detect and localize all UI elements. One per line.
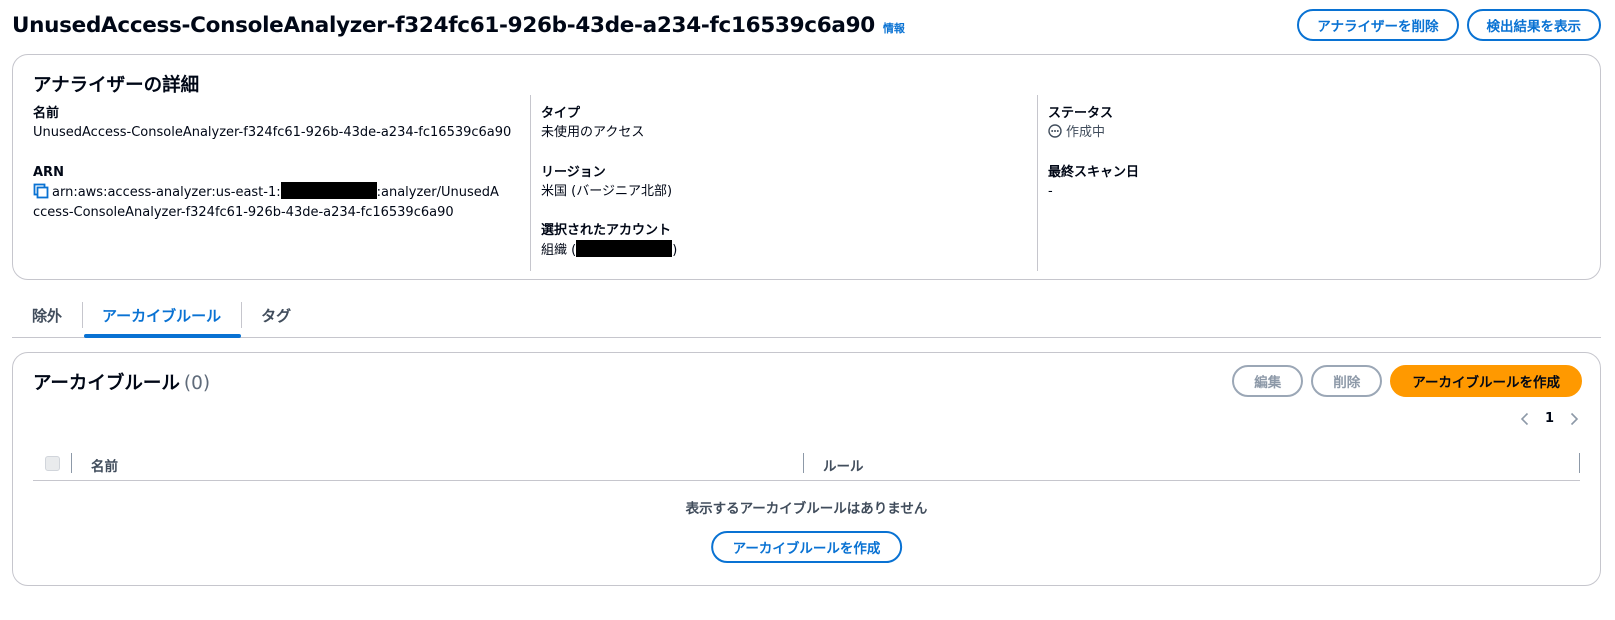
region-field: リージョン 米国 (バージニア北部) (541, 164, 1037, 202)
status-label: ステータス (1048, 106, 1114, 121)
archive-rules-actions: 編集 削除 アーカイブルールを作成 (1232, 365, 1582, 397)
info-link[interactable]: 情報 (883, 20, 905, 36)
arn-prefix: arn:aws:access-analyzer:us-east-1: (52, 185, 281, 200)
redacted-account-id (280, 182, 377, 199)
column-header-name[interactable]: 名前 (91, 455, 118, 475)
name-value: UnusedAccess-ConsoleAnalyzer-f324fc61-92… (33, 125, 512, 140)
column-divider[interactable] (1579, 453, 1580, 473)
chevron-right-icon[interactable] (1568, 412, 1580, 426)
empty-create-archive-rule-button[interactable]: アーカイブルールを作成 (710, 531, 903, 563)
name-label: 名前 (33, 106, 60, 121)
delete-analyzer-button[interactable]: アナライザーを削除 (1297, 9, 1459, 41)
accounts-prefix: 組織 ( (541, 243, 577, 258)
accounts-value: 組織 () (541, 240, 1037, 261)
details-column-3: ステータス 作成中 最終スキャン日 - (1037, 95, 1537, 271)
name-field: 名前 UnusedAccess-ConsoleAnalyzer-f324fc61… (33, 105, 529, 143)
chevron-left-icon[interactable] (1519, 412, 1531, 426)
type-field: タイプ 未使用のアクセス (541, 105, 1037, 143)
column-divider[interactable] (803, 453, 804, 473)
table-header: 名前 ルール (33, 447, 1580, 481)
view-findings-button[interactable]: 検出結果を表示 (1466, 9, 1601, 41)
details-column-2: タイプ 未使用のアクセス リージョン 米国 (バージニア北部) 選択されたアカウ… (530, 95, 1037, 271)
tab-archive-rules[interactable]: アーカイブルール (82, 294, 242, 338)
tab-bar: 除外 アーカイブルール タグ (12, 294, 1601, 338)
details-title: アナライザーの詳細 (33, 75, 200, 96)
arn-label: ARN (33, 165, 64, 180)
column-divider (71, 453, 72, 473)
accounts-suffix: ) (672, 243, 678, 258)
archive-rules-card: アーカイブルール (0) 編集 削除 アーカイブルールを作成 1 名前 ルール 表… (12, 352, 1601, 586)
accounts-field: 選択されたアカウント 組織 () (541, 222, 1037, 261)
type-label: タイプ (541, 106, 581, 121)
arn-field: ARN arn:aws:access-analyzer:us-east-1::a… (33, 164, 529, 223)
header-actions: アナライザーを削除 検出結果を表示 (1297, 9, 1601, 41)
last-scan-field: 最終スキャン日 - (1048, 164, 1537, 202)
select-all-checkbox[interactable] (45, 456, 60, 471)
archive-rules-title-text: アーカイブルール (33, 373, 180, 394)
archive-rules-count: (0) (183, 373, 211, 394)
copy-icon[interactable] (33, 183, 49, 199)
tab-exclusions[interactable]: 除外 (12, 294, 82, 337)
type-value: 未使用のアクセス (541, 125, 645, 140)
page-title: UnusedAccess-ConsoleAnalyzer-f324fc61-92… (12, 12, 875, 38)
page-header: UnusedAccess-ConsoleAnalyzer-f324fc61-92… (12, 8, 1601, 42)
archive-rules-title: アーカイブルール (0) (33, 369, 210, 395)
status-field: ステータス 作成中 (1048, 105, 1537, 143)
status-value: 作成中 (1048, 123, 1537, 143)
status-text: 作成中 (1066, 125, 1106, 140)
analyzer-details-card: アナライザーの詳細 名前 UnusedAccess-ConsoleAnalyze… (12, 54, 1601, 280)
last-scan-value: - (1048, 184, 1053, 199)
redacted-org-id (576, 240, 673, 257)
edit-button[interactable]: 編集 (1232, 365, 1304, 397)
page-number[interactable]: 1 (1545, 411, 1554, 426)
column-header-rule[interactable]: ルール (823, 455, 864, 475)
tab-tags[interactable]: タグ (241, 294, 311, 337)
details-column-1: 名前 UnusedAccess-ConsoleAnalyzer-f324fc61… (33, 95, 529, 271)
accounts-label: 選択されたアカウント (541, 223, 672, 238)
in-progress-icon (1048, 124, 1062, 138)
pagination: 1 (1519, 411, 1580, 426)
delete-rule-button[interactable]: 削除 (1311, 365, 1383, 397)
last-scan-label: 最終スキャン日 (1048, 165, 1140, 180)
empty-state-message: 表示するアーカイブルールはありません (685, 501, 928, 517)
region-label: リージョン (541, 165, 606, 180)
arn-value: arn:aws:access-analyzer:us-east-1::analy… (33, 182, 503, 223)
region-value: 米国 (バージニア北部) (541, 184, 673, 199)
create-archive-rule-button[interactable]: アーカイブルールを作成 (1390, 365, 1582, 397)
